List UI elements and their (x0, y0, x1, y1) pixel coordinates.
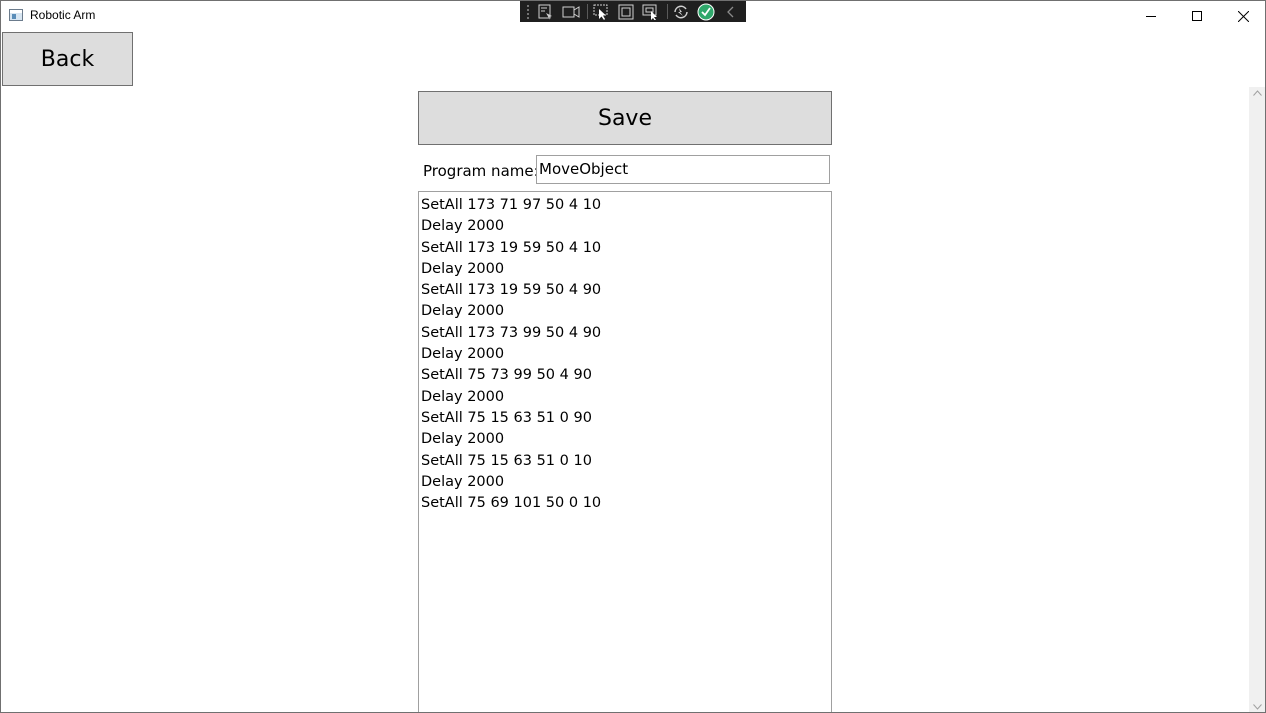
collapse-toolbar-icon[interactable] (721, 2, 742, 21)
app-window: Robotic Arm Back Save Program name: Move… (0, 0, 1266, 713)
live-visual-tree-icon[interactable] (536, 2, 557, 21)
code-line: SetAll 173 73 99 50 4 90 (421, 324, 602, 341)
select-element-icon[interactable] (591, 2, 612, 21)
maximize-button[interactable] (1174, 1, 1220, 31)
code-line: Delay 2000 (421, 431, 505, 448)
minimize-icon (1146, 16, 1156, 17)
vertical-scrollbar[interactable] (1249, 87, 1265, 712)
code-line: Delay 2000 (421, 303, 505, 320)
scroll-up-arrow-icon[interactable] (1253, 90, 1262, 96)
code-line: Delay 2000 (421, 218, 505, 235)
code-line: SetAll 173 19 59 50 4 90 (421, 282, 602, 299)
program-name-label: Program name: (423, 162, 539, 180)
code-line: SetAll 173 19 59 50 4 10 (421, 239, 602, 256)
window-title: Robotic Arm (30, 8, 96, 22)
close-button[interactable] (1220, 1, 1265, 31)
code-line: SetAll 75 73 99 50 4 90 (421, 367, 592, 384)
program-name-input[interactable] (536, 155, 830, 184)
track-focused-element-icon[interactable] (641, 2, 662, 21)
toolbar-grip-icon[interactable] (526, 4, 530, 19)
binding-check-icon[interactable] (696, 2, 717, 21)
scroll-down-arrow-icon[interactable] (1253, 704, 1262, 710)
code-line: Delay 2000 (421, 346, 505, 363)
camera-icon[interactable] (561, 2, 582, 21)
code-line: SetAll 75 69 101 50 0 10 (421, 495, 602, 512)
app-window-icon (9, 9, 23, 21)
code-line: Delay 2000 (421, 388, 505, 405)
program-code-textarea[interactable]: SetAll 173 71 97 50 4 10 Delay 2000 SetA… (418, 191, 832, 712)
code-line: SetAll 75 15 63 51 0 90 (421, 409, 592, 426)
toolbar-separator (666, 4, 668, 19)
hot-reload-icon[interactable] (671, 2, 692, 21)
minimize-button[interactable] (1128, 1, 1174, 31)
code-line: Delay 2000 (421, 473, 505, 490)
close-icon (1237, 10, 1249, 22)
save-button[interactable]: Save (418, 91, 832, 145)
maximize-icon (1192, 11, 1202, 21)
code-line: Delay 2000 (421, 260, 505, 277)
code-line: SetAll 173 71 97 50 4 10 (421, 197, 602, 213)
code-line: SetAll 75 15 63 51 0 10 (421, 452, 592, 469)
debug-toolbar (520, 1, 746, 22)
toolbar-separator (586, 4, 588, 19)
display-layout-adorners-icon[interactable] (616, 2, 637, 21)
back-button[interactable]: Back (2, 32, 133, 86)
